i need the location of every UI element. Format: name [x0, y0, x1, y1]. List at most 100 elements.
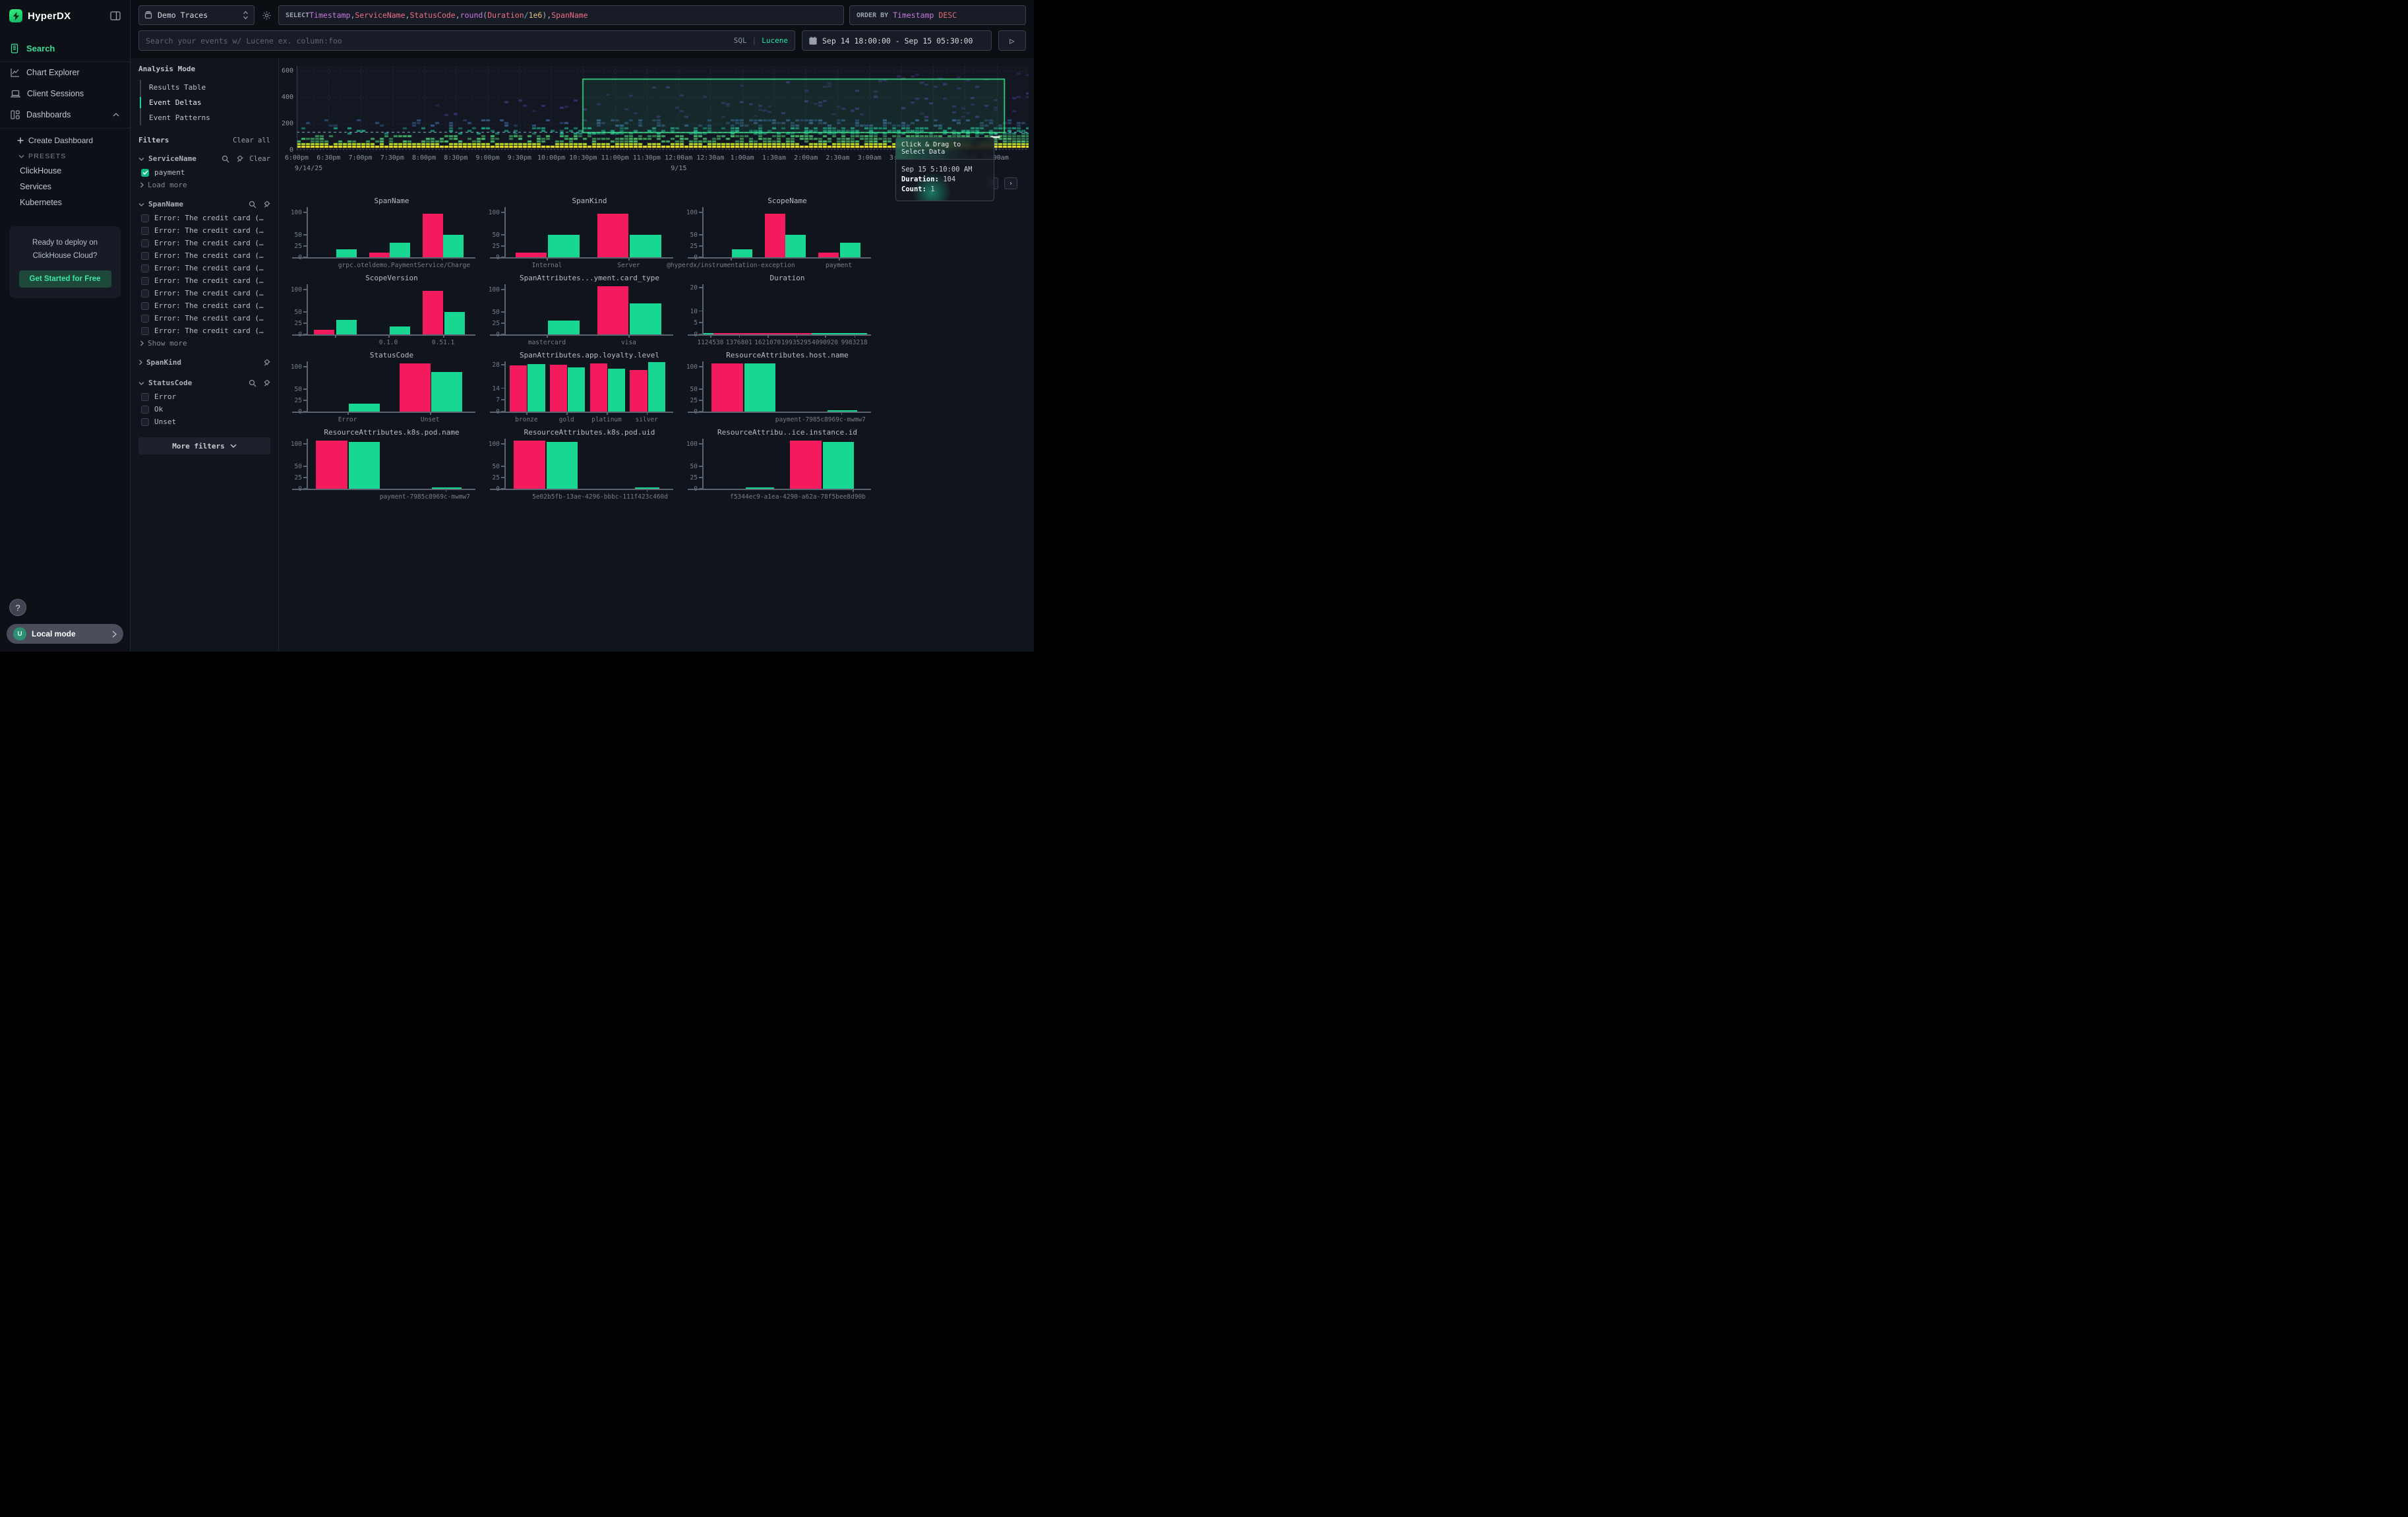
chevron-down-icon[interactable]: [138, 202, 144, 206]
heatmap-x-tick-label: 8:00pm: [412, 154, 436, 162]
x-axis-line: [490, 489, 673, 490]
create-dashboard-button[interactable]: Create Dashboard: [0, 133, 130, 148]
checkbox[interactable]: [141, 315, 149, 323]
x-tick-mark: [547, 334, 548, 338]
filter-show-more-button[interactable]: Show more: [138, 337, 270, 350]
source-settings-button[interactable]: [260, 11, 273, 20]
mini-chart-resourceattribu-ice-instance-id: ResourceAttribu..ice.instance.id02550100…: [682, 428, 874, 502]
filter-checkbox-item[interactable]: payment: [138, 166, 270, 179]
presets-label: PRESETS: [28, 152, 66, 160]
bar-green: [568, 367, 585, 412]
sidebar-item-client-sessions[interactable]: Client Sessions: [0, 83, 130, 104]
chart-title: Duration: [701, 274, 874, 282]
chevron-down-icon[interactable]: [138, 381, 144, 385]
run-query-button[interactable]: ▷: [998, 30, 1026, 51]
filter-checkbox-item[interactable]: Error: The credit card (…: [138, 249, 270, 262]
mode-separator: |: [752, 36, 757, 45]
checkbox[interactable]: [141, 290, 149, 297]
help-button[interactable]: ?: [9, 599, 26, 616]
checkbox[interactable]: [141, 393, 149, 401]
bar-green: [608, 369, 625, 412]
sidebar-collapse-icon[interactable]: [110, 11, 121, 20]
chart-title: ResourceAttributes.host.name: [701, 351, 874, 359]
checkbox[interactable]: [141, 277, 149, 285]
filter-checkbox-item[interactable]: Error: The credit card (…: [138, 325, 270, 337]
search-icon[interactable]: [222, 155, 229, 163]
checkbox[interactable]: [141, 406, 149, 414]
chevron-right-icon[interactable]: [138, 359, 142, 365]
clear-all-filters-button[interactable]: Clear all: [233, 137, 270, 144]
mode-lucene-toggle[interactable]: Lucene: [762, 36, 788, 45]
search-icon[interactable]: [249, 379, 256, 387]
bar-pink: [516, 253, 547, 257]
filter-checkbox-item[interactable]: Error: The credit card (…: [138, 274, 270, 287]
bar-green: [336, 320, 357, 334]
checkbox[interactable]: [141, 327, 149, 335]
analysis-mode-event-patterns[interactable]: Event Patterns: [141, 110, 270, 125]
y-tick-label: 100: [682, 363, 698, 371]
filter-checkbox-item[interactable]: Error: The credit card (…: [138, 299, 270, 312]
sidebar-item-dashboards[interactable]: Dashboards: [0, 104, 130, 125]
filter-item-label: Error: The credit card (…: [154, 214, 264, 222]
order-by-input[interactable]: ORDER BY Timestamp DESC: [849, 5, 1026, 25]
chart-title: SpanName: [305, 197, 478, 205]
time-range-picker[interactable]: Sep 14 18:00:00 - Sep 15 05:30:00: [802, 30, 992, 51]
filter-checkbox-item[interactable]: Error: The credit card (…: [138, 262, 270, 274]
pin-icon[interactable]: [235, 155, 243, 163]
checkbox[interactable]: [141, 214, 149, 222]
database-icon: [144, 11, 152, 19]
filter-checkbox-item[interactable]: Error: The credit card (…: [138, 212, 270, 224]
checkbox[interactable]: [141, 264, 149, 272]
x-tick-label: @hyperdx/instrumentation-exception: [667, 262, 795, 269]
filter-checkbox-item[interactable]: Error: The credit card (…: [138, 224, 270, 237]
bar-pink: [765, 214, 785, 257]
pin-icon[interactable]: [262, 201, 270, 208]
analysis-mode-event-deltas[interactable]: Event Deltas: [141, 95, 270, 110]
source-select-value: Demo Traces: [158, 11, 208, 20]
filter-checkbox-item[interactable]: Error: [138, 390, 270, 403]
x-axis-line: [688, 489, 871, 490]
source-select[interactable]: Demo Traces: [138, 5, 255, 25]
presets-toggle[interactable]: PRESETS: [0, 148, 130, 163]
search-icon[interactable]: [249, 201, 256, 208]
get-started-button[interactable]: Get Started for Free: [19, 270, 111, 288]
checkbox[interactable]: [141, 302, 149, 310]
filter-checkbox-item[interactable]: Unset: [138, 416, 270, 428]
y-tick-mark: [303, 289, 307, 290]
checkbox[interactable]: [141, 227, 149, 235]
filter-checkbox-item[interactable]: Error: The credit card (…: [138, 237, 270, 249]
sidebar-item-search[interactable]: Search: [0, 36, 130, 62]
filter-checkbox-item[interactable]: Ok: [138, 403, 270, 416]
pin-icon[interactable]: [262, 379, 270, 387]
mini-chart-spanname: SpanName02550100grpc.oteldemo.PaymentSer…: [287, 197, 478, 270]
sidebar-item-chart-explorer[interactable]: Chart Explorer: [0, 62, 130, 83]
x-tick-label: payment-7985c8969c-mwmw7: [775, 416, 866, 423]
select-clause-input[interactable]: SELECT Timestamp, ServiceName, StatusCod…: [278, 5, 844, 25]
x-tick-mark: [855, 334, 856, 338]
page-next-button[interactable]: ›: [1004, 177, 1017, 189]
checkbox-checked[interactable]: [141, 169, 149, 177]
chevron-down-icon[interactable]: [138, 157, 144, 161]
filter-load-more-button[interactable]: Load more: [138, 179, 270, 191]
checkbox[interactable]: [141, 418, 149, 426]
user-avatar: U: [13, 627, 26, 640]
checkbox[interactable]: [141, 239, 149, 247]
pin-icon[interactable]: [262, 359, 270, 367]
sidebar-preset-services[interactable]: Services: [0, 179, 130, 195]
more-filters-button[interactable]: More filters: [138, 437, 270, 454]
y-tick-mark: [303, 400, 307, 401]
checkbox[interactable]: [141, 252, 149, 260]
filter-checkbox-item[interactable]: Error: The credit card (…: [138, 312, 270, 325]
search-input[interactable]: [146, 36, 729, 46]
clear-filter-button[interactable]: Clear: [249, 155, 270, 163]
brand-title: HyperDX: [28, 11, 71, 22]
x-axis-line: [292, 334, 475, 336]
sidebar-preset-clickhouse[interactable]: ClickHouse: [0, 163, 130, 179]
mode-sql-toggle[interactable]: SQL: [734, 36, 747, 45]
analysis-mode-results-table[interactable]: Results Table: [141, 80, 270, 95]
heatmap-x-tick-label: 10:30pm: [569, 154, 597, 162]
filter-checkbox-item[interactable]: Error: The credit card (…: [138, 287, 270, 299]
sidebar-preset-kubernetes[interactable]: Kubernetes: [0, 195, 130, 210]
local-mode-menu[interactable]: U Local mode: [7, 624, 123, 644]
x-tick-label: visa: [621, 339, 636, 346]
